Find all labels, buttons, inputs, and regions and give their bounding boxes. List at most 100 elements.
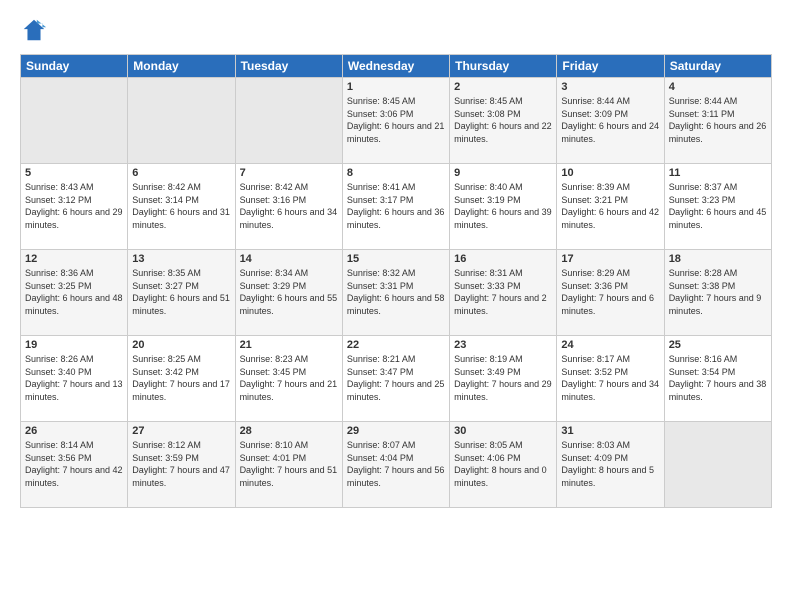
daylight-text: Daylight: 8 hours and 0 minutes. (454, 465, 547, 488)
week-row-5: 26 Sunrise: 8:14 AM Sunset: 3:56 PM Dayl… (21, 422, 772, 508)
sunset-text: Sunset: 4:06 PM (454, 453, 521, 463)
day-info: Sunrise: 8:25 AM Sunset: 3:42 PM Dayligh… (132, 353, 230, 403)
week-row-2: 5 Sunrise: 8:43 AM Sunset: 3:12 PM Dayli… (21, 164, 772, 250)
calendar-cell: 17 Sunrise: 8:29 AM Sunset: 3:36 PM Dayl… (557, 250, 664, 336)
sunrise-text: Sunrise: 8:44 AM (561, 96, 630, 106)
day-number: 22 (347, 339, 445, 351)
calendar-cell (664, 422, 771, 508)
day-info: Sunrise: 8:14 AM Sunset: 3:56 PM Dayligh… (25, 439, 123, 489)
calendar-cell: 11 Sunrise: 8:37 AM Sunset: 3:23 PM Dayl… (664, 164, 771, 250)
calendar-cell: 14 Sunrise: 8:34 AM Sunset: 3:29 PM Dayl… (235, 250, 342, 336)
calendar-cell (128, 78, 235, 164)
calendar-cell: 13 Sunrise: 8:35 AM Sunset: 3:27 PM Dayl… (128, 250, 235, 336)
day-info: Sunrise: 8:44 AM Sunset: 3:11 PM Dayligh… (669, 95, 767, 145)
daylight-text: Daylight: 7 hours and 17 minutes. (132, 379, 230, 402)
day-info: Sunrise: 8:41 AM Sunset: 3:17 PM Dayligh… (347, 181, 445, 231)
sunrise-text: Sunrise: 8:45 AM (454, 96, 523, 106)
day-number: 14 (240, 253, 338, 265)
day-info: Sunrise: 8:40 AM Sunset: 3:19 PM Dayligh… (454, 181, 552, 231)
sunrise-text: Sunrise: 8:39 AM (561, 182, 630, 192)
weekday-header-row: SundayMondayTuesdayWednesdayThursdayFrid… (21, 55, 772, 78)
calendar-cell: 22 Sunrise: 8:21 AM Sunset: 3:47 PM Dayl… (342, 336, 449, 422)
daylight-text: Daylight: 6 hours and 42 minutes. (561, 207, 659, 230)
sunrise-text: Sunrise: 8:03 AM (561, 440, 630, 450)
sunset-text: Sunset: 3:54 PM (669, 367, 736, 377)
calendar-cell (21, 78, 128, 164)
calendar-cell: 20 Sunrise: 8:25 AM Sunset: 3:42 PM Dayl… (128, 336, 235, 422)
sunset-text: Sunset: 3:38 PM (669, 281, 736, 291)
sunrise-text: Sunrise: 8:26 AM (25, 354, 94, 364)
daylight-text: Daylight: 6 hours and 45 minutes. (669, 207, 767, 230)
daylight-text: Daylight: 7 hours and 13 minutes. (25, 379, 123, 402)
daylight-text: Daylight: 6 hours and 21 minutes. (347, 121, 445, 144)
calendar: SundayMondayTuesdayWednesdayThursdayFrid… (20, 54, 772, 508)
daylight-text: Daylight: 6 hours and 39 minutes. (454, 207, 552, 230)
sunset-text: Sunset: 4:01 PM (240, 453, 307, 463)
sunset-text: Sunset: 3:27 PM (132, 281, 199, 291)
sunrise-text: Sunrise: 8:07 AM (347, 440, 416, 450)
calendar-cell: 24 Sunrise: 8:17 AM Sunset: 3:52 PM Dayl… (557, 336, 664, 422)
sunrise-text: Sunrise: 8:36 AM (25, 268, 94, 278)
day-info: Sunrise: 8:43 AM Sunset: 3:12 PM Dayligh… (25, 181, 123, 231)
daylight-text: Daylight: 6 hours and 55 minutes. (240, 293, 338, 316)
day-info: Sunrise: 8:37 AM Sunset: 3:23 PM Dayligh… (669, 181, 767, 231)
calendar-cell: 9 Sunrise: 8:40 AM Sunset: 3:19 PM Dayli… (450, 164, 557, 250)
day-info: Sunrise: 8:36 AM Sunset: 3:25 PM Dayligh… (25, 267, 123, 317)
sunset-text: Sunset: 3:52 PM (561, 367, 628, 377)
week-row-1: 1 Sunrise: 8:45 AM Sunset: 3:06 PM Dayli… (21, 78, 772, 164)
day-number: 28 (240, 425, 338, 437)
day-number: 11 (669, 167, 767, 179)
daylight-text: Daylight: 7 hours and 6 minutes. (561, 293, 654, 316)
day-number: 29 (347, 425, 445, 437)
day-info: Sunrise: 8:35 AM Sunset: 3:27 PM Dayligh… (132, 267, 230, 317)
calendar-cell: 3 Sunrise: 8:44 AM Sunset: 3:09 PM Dayli… (557, 78, 664, 164)
daylight-text: Daylight: 6 hours and 31 minutes. (132, 207, 230, 230)
sunset-text: Sunset: 3:56 PM (25, 453, 92, 463)
day-number: 1 (347, 81, 445, 93)
calendar-cell (235, 78, 342, 164)
sunrise-text: Sunrise: 8:12 AM (132, 440, 201, 450)
day-info: Sunrise: 8:21 AM Sunset: 3:47 PM Dayligh… (347, 353, 445, 403)
sunrise-text: Sunrise: 8:42 AM (132, 182, 201, 192)
day-info: Sunrise: 8:44 AM Sunset: 3:09 PM Dayligh… (561, 95, 659, 145)
daylight-text: Daylight: 6 hours and 22 minutes. (454, 121, 552, 144)
day-info: Sunrise: 8:10 AM Sunset: 4:01 PM Dayligh… (240, 439, 338, 489)
calendar-cell: 23 Sunrise: 8:19 AM Sunset: 3:49 PM Dayl… (450, 336, 557, 422)
daylight-text: Daylight: 7 hours and 42 minutes. (25, 465, 123, 488)
day-info: Sunrise: 8:42 AM Sunset: 3:16 PM Dayligh… (240, 181, 338, 231)
day-number: 18 (669, 253, 767, 265)
calendar-cell: 15 Sunrise: 8:32 AM Sunset: 3:31 PM Dayl… (342, 250, 449, 336)
day-number: 25 (669, 339, 767, 351)
day-number: 6 (132, 167, 230, 179)
sunrise-text: Sunrise: 8:17 AM (561, 354, 630, 364)
sunrise-text: Sunrise: 8:10 AM (240, 440, 309, 450)
sunset-text: Sunset: 3:11 PM (669, 109, 735, 119)
calendar-cell: 31 Sunrise: 8:03 AM Sunset: 4:09 PM Dayl… (557, 422, 664, 508)
calendar-cell: 12 Sunrise: 8:36 AM Sunset: 3:25 PM Dayl… (21, 250, 128, 336)
weekday-header-wednesday: Wednesday (342, 55, 449, 78)
header (20, 16, 772, 44)
sunset-text: Sunset: 3:08 PM (454, 109, 521, 119)
sunset-text: Sunset: 3:17 PM (347, 195, 414, 205)
day-number: 7 (240, 167, 338, 179)
sunrise-text: Sunrise: 8:45 AM (347, 96, 416, 106)
calendar-cell: 1 Sunrise: 8:45 AM Sunset: 3:06 PM Dayli… (342, 78, 449, 164)
logo-icon (20, 16, 48, 44)
day-info: Sunrise: 8:45 AM Sunset: 3:08 PM Dayligh… (454, 95, 552, 145)
daylight-text: Daylight: 7 hours and 51 minutes. (240, 465, 338, 488)
weekday-header-friday: Friday (557, 55, 664, 78)
calendar-cell: 10 Sunrise: 8:39 AM Sunset: 3:21 PM Dayl… (557, 164, 664, 250)
daylight-text: Daylight: 7 hours and 38 minutes. (669, 379, 767, 402)
week-row-3: 12 Sunrise: 8:36 AM Sunset: 3:25 PM Dayl… (21, 250, 772, 336)
logo (20, 16, 52, 44)
day-number: 4 (669, 81, 767, 93)
day-info: Sunrise: 8:12 AM Sunset: 3:59 PM Dayligh… (132, 439, 230, 489)
weekday-header-tuesday: Tuesday (235, 55, 342, 78)
day-number: 10 (561, 167, 659, 179)
daylight-text: Daylight: 6 hours and 29 minutes. (25, 207, 123, 230)
daylight-text: Daylight: 6 hours and 48 minutes. (25, 293, 123, 316)
day-number: 17 (561, 253, 659, 265)
day-info: Sunrise: 8:17 AM Sunset: 3:52 PM Dayligh… (561, 353, 659, 403)
day-number: 15 (347, 253, 445, 265)
sunset-text: Sunset: 3:33 PM (454, 281, 521, 291)
